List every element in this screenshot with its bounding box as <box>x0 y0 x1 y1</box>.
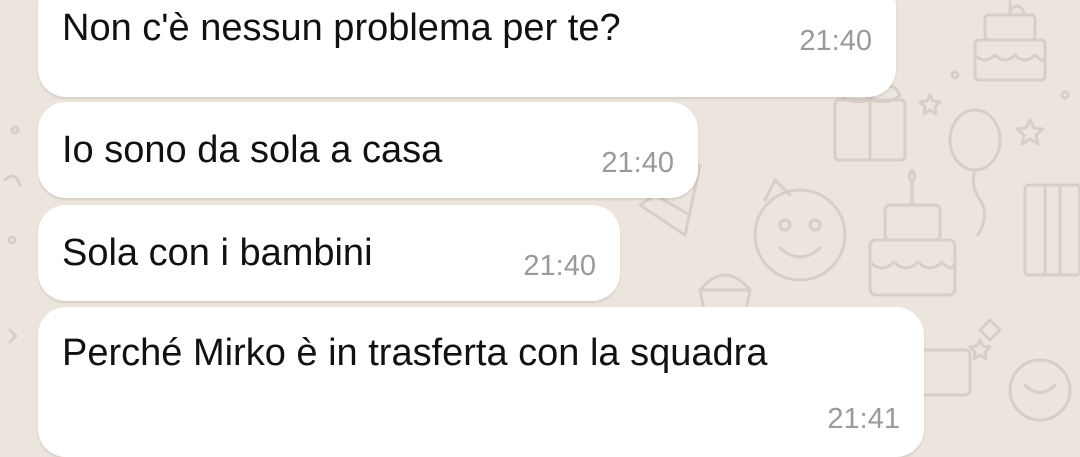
chat-message-list[interactable]: Non c'è nessun problema per te? 21:40 Io… <box>0 0 1080 457</box>
incoming-message-bubble[interactable]: Sola con i bambini 21:40 <box>38 205 620 301</box>
incoming-message-bubble[interactable]: Io sono da sola a casa 21:40 <box>38 102 698 198</box>
message-text: Sola con i bambini <box>62 232 373 274</box>
incoming-message-bubble[interactable]: Perché Mirko è in trasferta con la squad… <box>38 307 924 457</box>
message-timestamp: 21:41 <box>827 403 900 435</box>
message-text: Io sono da sola a casa <box>62 129 443 171</box>
message-text: Non c'è nessun problema per te? <box>62 7 621 49</box>
message-text: Perché Mirko è in trasferta con la squad… <box>62 332 768 374</box>
message-timestamp: 21:40 <box>601 147 674 179</box>
incoming-message-bubble[interactable]: Non c'è nessun problema per te? 21:40 <box>38 0 896 97</box>
message-timestamp: 21:40 <box>523 250 596 282</box>
message-timestamp: 21:40 <box>799 25 872 57</box>
